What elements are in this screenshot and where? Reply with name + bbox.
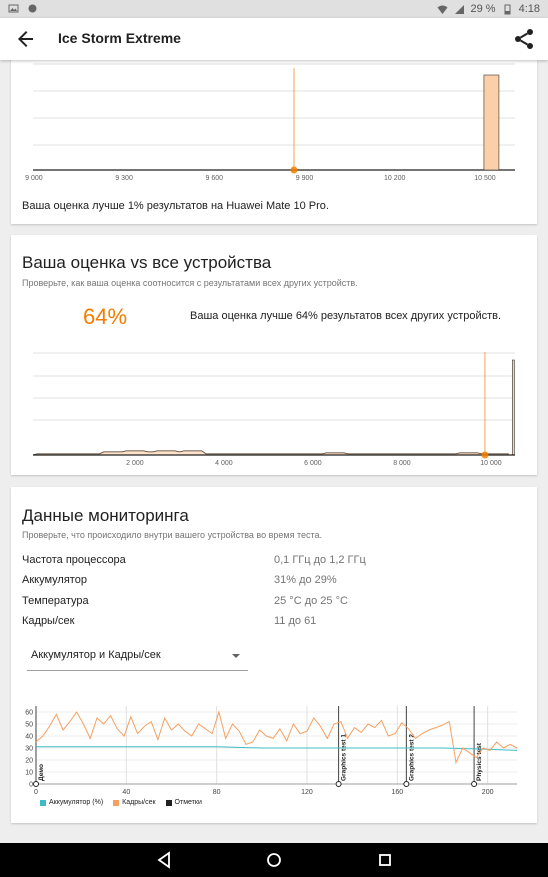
app-bar: Ice Storm Extreme — [0, 18, 548, 60]
distribution-spike — [512, 359, 515, 456]
back-arrow-icon[interactable] — [14, 27, 38, 51]
x-tick-label: 160 — [391, 789, 403, 796]
histogram-bar — [483, 74, 500, 171]
x-tick-label: 80 — [213, 789, 221, 796]
score-marker-dot — [290, 166, 298, 174]
y-tick-label: 50 — [25, 722, 33, 729]
x-tick-label: 10 500 — [474, 175, 496, 182]
y-tick-label: 30 — [25, 746, 33, 753]
row-value: 25 °C до 25 °C — [274, 595, 348, 607]
y-tick-label: 10 — [25, 770, 33, 777]
x-tick-label: 9 900 — [296, 175, 314, 182]
row-value: 0,1 ГГц до 1,2 ГГц — [274, 554, 366, 566]
marker-label: Демо — [38, 764, 45, 781]
fps-series-line — [35, 710, 518, 765]
wifi-icon — [437, 5, 447, 14]
settings-notification-icon — [28, 4, 37, 13]
battery-icon — [504, 4, 511, 14]
row-key: Частота процессора — [22, 554, 126, 566]
legend-swatch — [113, 799, 120, 806]
legend-label: Аккумулятор (%) — [49, 799, 104, 806]
monitoring-title: Данные мониторинга — [22, 506, 189, 525]
marker-dot — [471, 781, 478, 787]
row-value: 31% до 29% — [274, 574, 337, 586]
y-tick-label: 60 — [25, 710, 33, 717]
x-tick-label: 10 200 — [384, 175, 406, 182]
percentile-value: 64% — [83, 304, 128, 329]
share-icon[interactable] — [512, 27, 536, 51]
marker-dot — [403, 781, 410, 787]
legend-label: Кадры/сек — [122, 799, 156, 806]
x-tick-label: 4 000 — [215, 460, 233, 467]
monitoring-subtitle: Проверьте, что происходило внутри вашего… — [22, 530, 323, 540]
x-tick-label: 9 600 — [206, 175, 224, 182]
all-devices-card: Ваша оценка vs все устройства Проверьте,… — [11, 235, 537, 475]
legend-label: Отметки — [174, 799, 202, 806]
marker-label: Physics test — [476, 742, 483, 781]
legend-swatch — [165, 799, 172, 806]
dropdown-arrow-icon — [232, 654, 240, 658]
marker-label: Graphics test 2 — [408, 734, 415, 781]
x-tick-label: 200 — [482, 789, 494, 796]
x-tick-label: 40 — [122, 789, 130, 796]
clock: 4:18 — [518, 3, 540, 15]
all-devices-distribution-chart: 2 000 4 000 6 000 8 000 10 000 — [32, 352, 515, 467]
y-tick-label: 40 — [25, 734, 33, 741]
system-nav-bar — [0, 843, 548, 877]
marker-label: Graphics test 1 — [341, 734, 348, 781]
marker-dot — [33, 781, 39, 787]
y-tick-label: 0 — [29, 782, 33, 789]
y-tick-label: 20 — [25, 758, 33, 765]
all-devices-title: Ваша оценка vs все устройства — [22, 253, 272, 272]
row-key: Температура — [22, 595, 89, 607]
row-value: 11 до 61 — [274, 615, 317, 627]
monitoring-line-chart: 0 10 20 30 40 50 60 0 40 80 120 160 200 Демо Graphics … — [25, 706, 518, 796]
battery-series-line — [36, 746, 518, 751]
x-tick-label: 6 000 — [304, 460, 322, 467]
legend-item: Отметки — [165, 799, 202, 806]
x-tick-label: 9 000 — [25, 175, 43, 182]
legend-swatch — [40, 799, 46, 806]
x-tick-label: 120 — [301, 789, 313, 796]
x-tick-label: 0 — [34, 789, 38, 796]
dropdown-value: Аккумулятор и Кадры/сек — [31, 649, 161, 661]
marker-dot — [335, 781, 342, 787]
x-tick-label: 9 300 — [115, 175, 133, 182]
x-tick-label: 10 000 — [480, 460, 502, 467]
monitoring-card: Данные мониторинга Проверьте, что происх… — [11, 487, 537, 823]
page-title: Ice Storm Extreme — [58, 30, 181, 46]
nav-home-icon[interactable] — [264, 850, 284, 870]
device-comparison-card: 9 000 9 300 9 600 9 900 10 200 10 500 Ваша оц… — [11, 60, 537, 224]
nav-back-icon[interactable] — [154, 850, 174, 870]
device-compare-text: Ваша оценка лучше 1% результатов на Huaw… — [22, 200, 329, 212]
row-key: Аккумулятор — [22, 574, 87, 586]
signal-icon — [454, 4, 464, 14]
metric-select-dropdown[interactable]: Аккумулятор и Кадры/сек — [27, 641, 248, 671]
image-notification-icon — [8, 4, 19, 13]
device-score-histogram: 9 000 9 300 9 600 9 900 10 200 10 500 — [25, 63, 515, 182]
x-tick-label: 2 000 — [126, 460, 144, 467]
percentile-text: Ваша оценка лучше 64% результатов всех д… — [190, 310, 502, 322]
x-tick-label: 8 000 — [393, 460, 411, 467]
status-bar: 29 % 4:18 — [0, 0, 548, 18]
score-marker-dot — [481, 451, 489, 459]
legend-item: Кадры/сек — [113, 799, 156, 806]
row-key: Кадры/сек — [22, 615, 75, 627]
chart-legend: Аккумулятор (%) Кадры/сек Отметки — [40, 799, 202, 806]
nav-recents-icon[interactable] — [375, 850, 395, 870]
legend-item: Аккумулятор (%) — [40, 799, 103, 806]
battery-percent: 29 % — [470, 3, 496, 15]
all-devices-subtitle: Проверьте, как ваша оценка соотносится с… — [22, 278, 358, 288]
